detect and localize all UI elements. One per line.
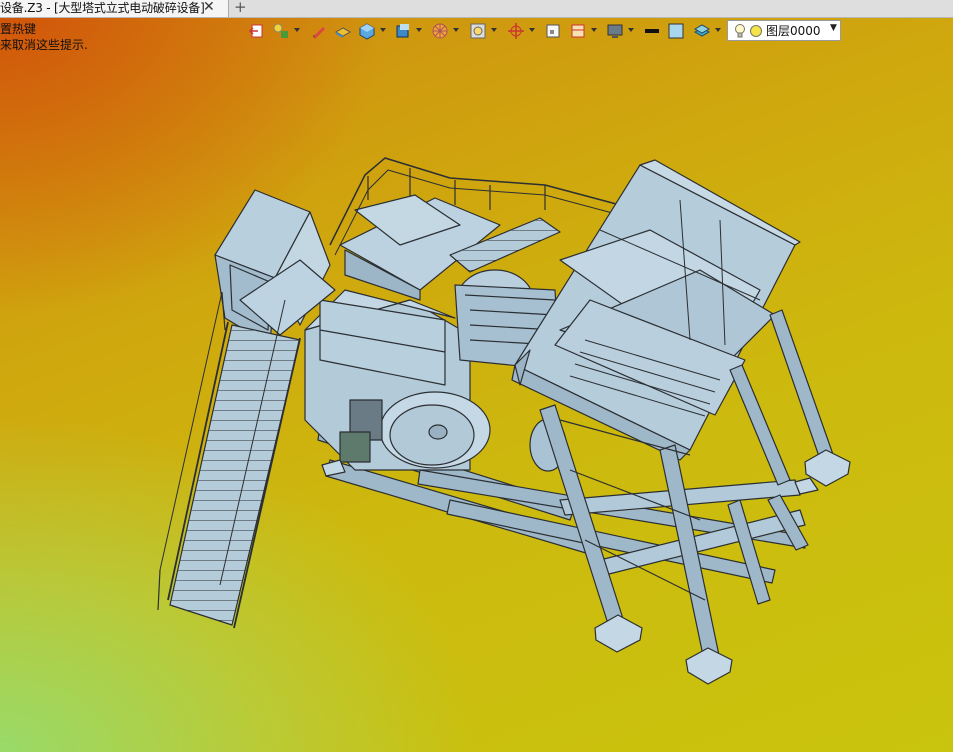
section-button[interactable]: [569, 20, 597, 42]
document-tab-title: 设备.Z3 - [大型塔式立式电动破碎设备]: [0, 1, 205, 15]
layer-stack-icon: [693, 24, 711, 37]
exit-icon: [248, 24, 263, 38]
document-tab[interactable]: 设备.Z3 - [大型塔式立式电动破碎设备] ✕: [0, 0, 229, 17]
close-tab-icon[interactable]: ✕: [203, 0, 215, 15]
shade-mode-button[interactable]: [334, 20, 352, 42]
render-button[interactable]: [358, 20, 386, 42]
lightbulb-icon[interactable]: [734, 23, 746, 39]
zoom-fit-icon: [470, 23, 486, 39]
display-button[interactable]: [606, 20, 634, 42]
line-color-button[interactable]: [643, 20, 661, 42]
layer-manager-button[interactable]: [693, 20, 721, 42]
display-icon: [607, 24, 623, 38]
pen-icon: [313, 27, 325, 39]
light-button[interactable]: [272, 20, 302, 42]
face-color-button[interactable]: [667, 20, 685, 42]
3d-viewport[interactable]: 设备.Z3 - [大型塔式立式电动破碎设备] ✕ + 置热键 来取消这些提示.: [0, 0, 953, 752]
line-color-icon: [645, 29, 659, 33]
view-cube-icon: [396, 24, 409, 38]
wheel-icon: [432, 23, 448, 39]
document-tab-bar: 设备.Z3 - [大型塔式立式电动破碎设备] ✕ +: [0, 0, 953, 18]
shade-mode-icon: [334, 27, 352, 38]
frame-icon: [546, 24, 560, 38]
light-icon: [273, 23, 288, 38]
cube-render-icon: [359, 23, 375, 40]
wheel-button[interactable]: [431, 20, 459, 42]
layer-name: 图层0000: [766, 24, 821, 38]
layer-selector[interactable]: 图层0000 ▼: [727, 20, 841, 41]
hint-line-2: 来取消这些提示.: [0, 38, 88, 52]
layer-color-dot-icon[interactable]: [749, 24, 763, 38]
exit-button[interactable]: [248, 20, 266, 42]
frame-button[interactable]: [544, 20, 562, 42]
crusher-assembly-model[interactable]: [0, 0, 953, 752]
zoom-fit-button[interactable]: [469, 20, 497, 42]
face-color-icon: [668, 23, 684, 39]
sketch-button[interactable]: [310, 20, 328, 42]
orbit-icon: [508, 23, 524, 39]
section-icon: [571, 24, 585, 38]
orbit-button[interactable]: [507, 20, 535, 42]
new-tab-icon[interactable]: +: [234, 0, 247, 16]
view-cube-button[interactable]: [394, 20, 422, 42]
chevron-down-icon[interactable]: ▼: [830, 23, 837, 33]
hint-line-1: 置热键: [0, 22, 37, 36]
